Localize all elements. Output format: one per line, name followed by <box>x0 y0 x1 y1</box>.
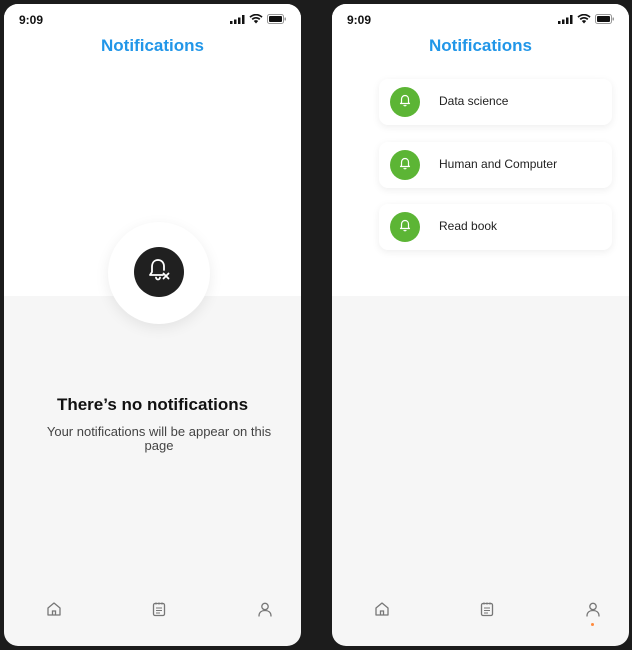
empty-state-subtitle: Your notifications will be appear on thi… <box>46 424 272 453</box>
page-title: Notifications <box>429 36 532 55</box>
notification-icon-badge <box>390 150 420 180</box>
notification-item[interactable]: Data science <box>379 79 612 125</box>
empty-state-title: There’s no notifications <box>56 395 249 414</box>
status-icons <box>230 14 287 24</box>
signal-icon <box>558 14 573 24</box>
notification-icon-badge <box>390 212 420 242</box>
nav-home[interactable] <box>372 601 392 621</box>
empty-state-badge <box>134 247 184 297</box>
status-bar: 9:09 <box>332 4 629 34</box>
notification-label: Read book <box>439 219 498 233</box>
notification-label: Data science <box>439 94 509 108</box>
bell-icon <box>398 156 412 175</box>
phone-screen-list: 9:09 Notifications Data science Human an… <box>332 4 629 646</box>
home-icon <box>46 601 62 622</box>
nav-profile[interactable] <box>583 601 603 626</box>
battery-icon <box>267 14 287 24</box>
nav-profile[interactable] <box>255 601 275 621</box>
active-nav-indicator <box>591 623 594 626</box>
profile-icon <box>585 601 601 622</box>
phone-screen-empty: 9:09 Notifications There’s no notificati… <box>4 4 301 646</box>
battery-icon <box>595 14 615 24</box>
nav-notes[interactable] <box>149 601 169 621</box>
notes-icon <box>151 601 167 622</box>
page-title: Notifications <box>101 36 204 55</box>
notes-icon <box>479 601 495 622</box>
signal-icon <box>230 14 245 24</box>
notification-label: Human and Computer <box>439 157 558 171</box>
notification-icon-badge <box>390 87 420 117</box>
nav-notes[interactable] <box>477 601 497 621</box>
wifi-icon <box>249 14 263 24</box>
notification-item[interactable]: Human and Computer <box>379 142 612 188</box>
wifi-icon <box>577 14 591 24</box>
bottom-nav <box>4 586 301 646</box>
bell-icon <box>398 93 412 112</box>
empty-state-illustration <box>108 222 210 324</box>
bottom-nav <box>332 586 629 646</box>
bell-icon <box>398 218 412 237</box>
status-icons <box>558 14 615 24</box>
status-time: 9:09 <box>347 13 372 27</box>
notification-item[interactable]: Read book <box>379 204 612 250</box>
nav-home[interactable] <box>44 601 64 621</box>
bell-off-icon <box>146 257 172 288</box>
profile-icon <box>257 601 273 622</box>
status-bar: 9:09 <box>4 4 301 34</box>
status-time: 9:09 <box>19 13 44 27</box>
home-icon <box>374 601 390 622</box>
